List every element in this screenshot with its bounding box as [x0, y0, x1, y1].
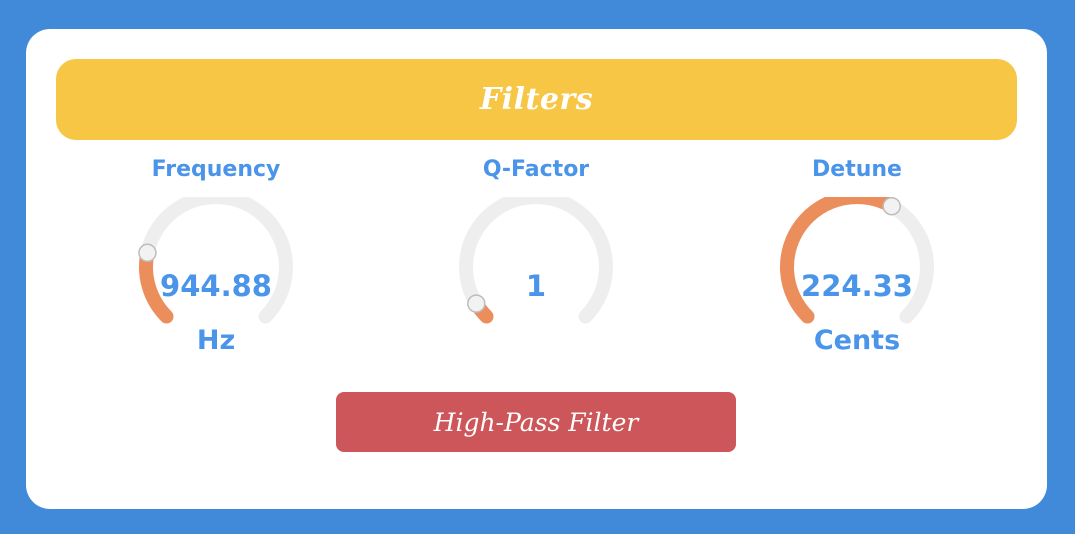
detune-knob-group: Detune 224.33 Cents: [747, 157, 967, 357]
detune-knob-handle[interactable]: [882, 197, 901, 216]
frequency-knob-handle[interactable]: [138, 243, 157, 263]
filters-title: Filters: [479, 82, 594, 117]
detune-label: Detune: [812, 157, 902, 182]
frequency-unit: Hz: [196, 325, 236, 356]
q-factor-value: 1: [525, 269, 547, 303]
detune-unit: Cents: [813, 325, 901, 356]
filter-type-button[interactable]: High-Pass Filter: [336, 392, 736, 452]
q-factor-label: Q-Factor: [482, 157, 590, 182]
frequency-knob-group: Frequency 944.88 Hz: [106, 157, 326, 357]
filters-panel: Filters Frequency 944.88 Hz Q-Factor 1 D…: [26, 29, 1047, 509]
detune-value: 224.33: [801, 269, 913, 303]
frequency-value: 944.88: [160, 269, 272, 303]
filter-type-label: High-Pass Filter: [433, 407, 639, 437]
frequency-label: Frequency: [151, 157, 281, 182]
q-factor-knob-group: Q-Factor 1: [426, 157, 646, 357]
filters-header: Filters: [56, 59, 1017, 140]
